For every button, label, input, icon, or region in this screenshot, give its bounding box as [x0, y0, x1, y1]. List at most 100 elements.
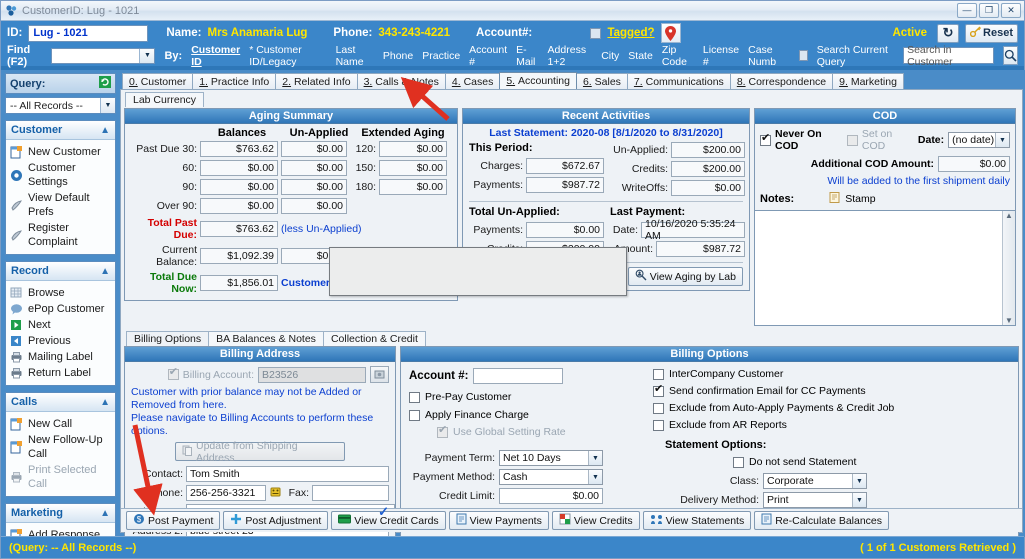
scroll-up-icon[interactable]: ▲ [1005, 211, 1013, 220]
cod-notes-text[interactable] [755, 211, 1002, 325]
aging-balance-field[interactable]: $0.00 [200, 198, 278, 214]
delivery-method-select[interactable]: Print ▼ [763, 492, 867, 508]
search-current-query-checkbox[interactable] [798, 50, 808, 61]
post-payment-button[interactable]: $ Post Payment [126, 511, 221, 530]
unapplied-field[interactable]: $200.00 [671, 142, 745, 158]
notes-scrollbar[interactable]: ▲ ▼ [1002, 211, 1015, 325]
finance-charge-checkbox[interactable] [409, 409, 420, 421]
total-due-now-field[interactable]: $1,856.01 [200, 275, 278, 291]
sidebar-item-new-followup-call[interactable]: New Follow-Up Call [10, 432, 112, 462]
sidebar-item-previous[interactable]: Previous [10, 333, 112, 349]
find-option-case-number[interactable]: Case Numb [748, 44, 790, 68]
scroll-down-icon[interactable]: ▼ [1005, 316, 1013, 325]
aging-balance-field[interactable]: $763.62 [200, 141, 278, 157]
total-past-due-field[interactable]: $763.62 [200, 221, 278, 237]
account-number-field[interactable] [473, 368, 564, 384]
sidebar-group-header[interactable]: Marketing ▲ [6, 504, 115, 523]
do-not-send-statement-checkbox[interactable] [733, 456, 744, 468]
aging-unapplied-field[interactable]: $0.00 [281, 179, 347, 195]
subtab-lab-currency[interactable]: Lab Currency [125, 92, 205, 107]
chevron-down-icon[interactable]: ▼ [852, 474, 866, 488]
tab-calls-notes[interactable]: 3. Calls & Notes [356, 73, 446, 89]
popup-overlay[interactable] [329, 247, 627, 296]
sidebar-item-register-complaint[interactable]: Register Complaint [10, 220, 112, 250]
tab-accounting[interactable]: 5. Accounting [499, 72, 577, 89]
close-button[interactable]: ✕ [1001, 3, 1021, 18]
additional-cod-field[interactable]: $0.00 [938, 156, 1010, 172]
view-statements-button[interactable]: View Statements [642, 511, 752, 530]
chevron-up-icon[interactable]: ▲ [100, 266, 110, 277]
search-icon[interactable] [1002, 46, 1018, 65]
aging-unapplied-field[interactable]: $0.00 [281, 198, 347, 214]
contact-field[interactable]: Tom Smith [186, 466, 389, 482]
tab-sales[interactable]: 6. Sales [575, 73, 628, 89]
find-option-phone[interactable]: Phone [383, 50, 413, 62]
cod-notes-area[interactable]: ▲ ▼ [754, 211, 1016, 326]
lp-date-field[interactable]: 10/16/2020 5:35:24 AM [641, 218, 745, 242]
sidebar-item-epop-customer[interactable]: ePop Customer [10, 301, 112, 317]
customer-id-field[interactable]: Lug - 1021 [28, 24, 149, 42]
sidebar-item-new-call[interactable]: New Call [10, 416, 112, 432]
find-option-zip[interactable]: Zip Code [662, 44, 694, 68]
chevron-down-icon[interactable]: ▼ [588, 470, 602, 484]
find-option-last-name[interactable]: Last Name [336, 44, 374, 68]
tab-related-info[interactable]: 2. Related Info [275, 73, 358, 89]
billing-tab-billing-options[interactable]: Billing Options [126, 331, 210, 346]
send-confirmation-checkbox[interactable] [653, 383, 664, 397]
chevron-down-icon[interactable]: ▼ [100, 98, 115, 113]
reset-button[interactable]: Reset [965, 23, 1018, 43]
find-input[interactable]: ▼ [50, 47, 156, 64]
class-select[interactable]: Corporate ▼ [763, 473, 867, 489]
view-payments-button[interactable]: View Payments [448, 511, 549, 530]
search-input[interactable]: Search in Customer [903, 44, 994, 68]
extended-value-field[interactable]: $0.00 [379, 160, 447, 176]
extended-value-field[interactable]: $0.00 [379, 141, 447, 157]
billing-tab-collection-credit[interactable]: Collection & Credit [322, 331, 426, 346]
refresh-button[interactable]: ↻ [937, 23, 960, 43]
lp-amount-field[interactable]: $987.72 [656, 241, 745, 257]
maximize-button[interactable]: ❐ [979, 3, 999, 18]
aging-unapplied-field[interactable]: $0.00 [281, 160, 347, 176]
chevron-up-icon[interactable]: ▲ [100, 397, 110, 408]
aging-balance-field[interactable]: $0.00 [200, 179, 278, 195]
exclude-ar-checkbox[interactable] [653, 419, 664, 431]
tab-communications[interactable]: 7. Communications [626, 73, 731, 89]
sidebar-item-next[interactable]: Next [10, 317, 112, 333]
sidebar-item-new-customer[interactable]: New Customer [10, 144, 112, 160]
phone-dial-icon[interactable] [269, 485, 282, 501]
find-option-customer-id-legacy[interactable]: * Customer ID/Legacy [249, 44, 326, 68]
extended-value-field[interactable]: $0.00 [379, 179, 447, 195]
lookup-icon[interactable] [370, 366, 389, 383]
sidebar-item-view-default-prefs[interactable]: View Default Prefs [10, 190, 112, 220]
tab-cases[interactable]: 4. Cases [444, 73, 501, 89]
find-option-city[interactable]: City [601, 50, 619, 62]
find-option-email[interactable]: E-Mail [516, 44, 538, 68]
chevron-down-icon[interactable]: ▼ [139, 48, 155, 63]
recalculate-balances-button[interactable]: Re-Calculate Balances [754, 511, 890, 530]
chevron-down-icon[interactable]: ▼ [588, 451, 602, 465]
chevron-up-icon[interactable]: ▲ [100, 125, 110, 136]
minimize-button[interactable]: — [957, 3, 977, 18]
query-select[interactable]: -- All Records -- ▼ [5, 97, 116, 114]
find-option-practice[interactable]: Practice [422, 50, 460, 62]
sidebar-group-header[interactable]: Record ▲ [6, 262, 115, 281]
chevron-down-icon[interactable]: ▼ [995, 133, 1009, 147]
current-balance-field[interactable]: $1,092.39 [200, 248, 278, 264]
tab-practice-info[interactable]: 1. Practice Info [192, 73, 277, 89]
aging-unapplied-field[interactable]: $0.00 [281, 141, 347, 157]
charges-field[interactable]: $672.67 [526, 158, 604, 174]
view-credits-button[interactable]: View Credits [551, 511, 640, 530]
view-aging-by-lab-button[interactable]: View Aging by Lab [627, 267, 743, 286]
stamp-button[interactable]: Stamp [828, 191, 876, 207]
sidebar-group-header[interactable]: Customer ▲ [6, 121, 115, 140]
find-option-state[interactable]: State [628, 50, 653, 62]
billing-tab-ba-balances[interactable]: BA Balances & Notes [208, 331, 324, 346]
writeoffs-field[interactable]: $0.00 [671, 180, 745, 196]
chevron-up-icon[interactable]: ▲ [100, 508, 110, 519]
find-option-customer-id[interactable]: Customer ID [191, 44, 240, 68]
sidebar-item-customer-settings[interactable]: Customer Settings [10, 160, 112, 190]
exclude-autoapply-checkbox[interactable] [653, 402, 664, 414]
chevron-down-icon[interactable]: ▼ [852, 493, 866, 507]
find-option-account[interactable]: Account # [469, 44, 507, 68]
tab-correspondence[interactable]: 8. Correspondence [729, 73, 834, 89]
